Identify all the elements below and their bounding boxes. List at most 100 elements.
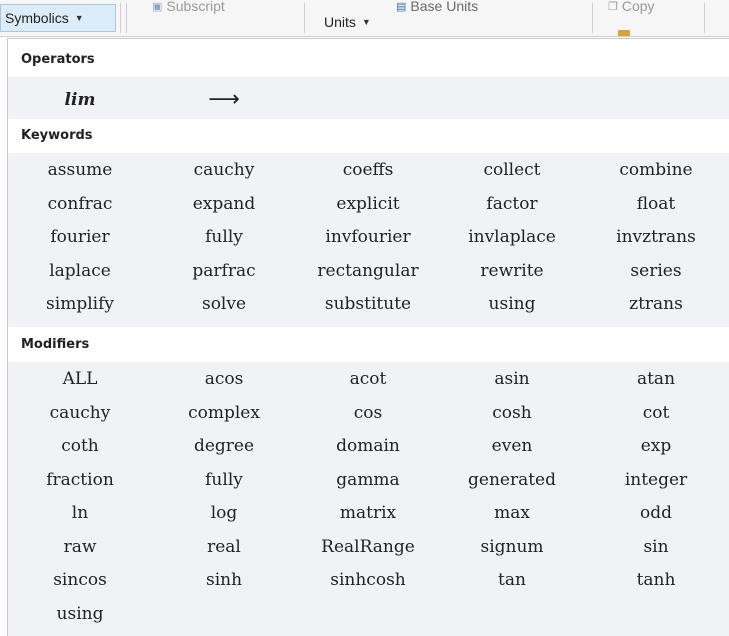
keyword-item[interactable]: rectangular <box>296 255 440 287</box>
keyword-item[interactable]: float <box>584 188 728 220</box>
modifier-row: coth degree domain even exp <box>8 430 729 462</box>
modifier-item[interactable]: tanh <box>584 564 728 596</box>
ribbon-separator <box>120 3 121 33</box>
modifier-item[interactable]: ln <box>8 497 152 529</box>
keyword-item[interactable]: confrac <box>8 188 152 220</box>
modifier-item[interactable]: acot <box>296 363 440 395</box>
modifier-item[interactable]: raw <box>8 531 152 563</box>
modifier-item[interactable]: fully <box>152 464 296 496</box>
operator-arrow[interactable]: ⟶ <box>152 77 296 123</box>
keyword-item[interactable]: series <box>584 255 728 287</box>
subscript-button[interactable]: ▣ Subscript <box>152 0 225 14</box>
keyword-item[interactable]: factor <box>440 188 584 220</box>
keyword-item[interactable]: coeffs <box>296 154 440 186</box>
modifier-item[interactable]: acos <box>152 363 296 395</box>
modifier-row: using <box>8 598 729 630</box>
modifier-item[interactable]: signum <box>440 531 584 563</box>
chevron-down-icon: ▼ <box>361 17 371 27</box>
modifier-item[interactable]: complex <box>152 397 296 429</box>
keyword-item[interactable]: fully <box>152 221 296 253</box>
modifier-item[interactable]: fraction <box>8 464 152 496</box>
ribbon-separator <box>126 3 127 33</box>
modifier-row: ln log matrix max odd <box>8 497 729 529</box>
keyword-item[interactable]: ztrans <box>584 288 728 320</box>
symbolics-dropdown-label: Symbolics <box>5 10 69 26</box>
modifier-item[interactable]: generated <box>440 464 584 496</box>
keyword-item[interactable]: simplify <box>8 288 152 320</box>
modifier-item[interactable]: cot <box>584 397 728 429</box>
app-root: Symbolics ▼ ▣ Subscript Units ▼ ▤ Base U… <box>0 0 729 636</box>
modifier-item[interactable]: integer <box>584 464 728 496</box>
keyword-item[interactable]: combine <box>584 154 728 186</box>
modifier-item[interactable]: log <box>152 497 296 529</box>
copy-button[interactable]: ❐ Copy <box>608 0 655 14</box>
paste-icon <box>618 30 630 36</box>
keyword-row: fourier fully invfourier invlaplace invztran… <box>8 221 729 253</box>
keyword-item[interactable]: cauchy <box>152 154 296 186</box>
symbolics-popup: Operators lim ⟶ Keywords assume cauchy coe… <box>7 38 729 636</box>
modifier-item[interactable]: degree <box>152 430 296 462</box>
modifier-item[interactable]: cosh <box>440 397 584 429</box>
modifier-item[interactable]: using <box>8 598 152 630</box>
modifier-row: cauchy complex cos cosh cot <box>8 397 729 429</box>
ribbon-separator <box>592 3 593 33</box>
modifier-row: raw real RealRange signum sin <box>8 531 729 563</box>
keyword-item[interactable]: fourier <box>8 221 152 253</box>
modifier-row: fraction fully gamma generated integer <box>8 464 729 496</box>
modifier-item[interactable]: coth <box>8 430 152 462</box>
modifier-item[interactable]: even <box>440 430 584 462</box>
modifier-item[interactable]: real <box>152 531 296 563</box>
operators-grid: lim ⟶ <box>8 77 729 123</box>
ribbon-separator <box>704 3 705 33</box>
modifier-item[interactable]: odd <box>584 497 728 529</box>
modifier-item[interactable]: atan <box>584 363 728 395</box>
keyword-item[interactable]: using <box>440 288 584 320</box>
keyword-item[interactable]: rewrite <box>440 255 584 287</box>
modifier-item[interactable]: tan <box>440 564 584 596</box>
units-dropdown[interactable]: Units ▼ <box>314 8 378 36</box>
modifier-row: sincos sinh sinhcosh tan tanh <box>8 564 729 596</box>
subscript-icon: ▣ <box>152 0 163 13</box>
modifier-row: ALL acos acot asin atan <box>8 363 729 395</box>
modifier-item[interactable]: RealRange <box>296 531 440 563</box>
operator-lim[interactable]: lim <box>8 77 152 123</box>
modifier-item[interactable]: max <box>440 497 584 529</box>
keyword-row: simplify solve substitute using ztrans <box>8 288 729 320</box>
operators-section-header: Operators <box>8 43 729 77</box>
keyword-item[interactable]: explicit <box>296 188 440 220</box>
modifier-item[interactable]: sinh <box>152 564 296 596</box>
modifier-item[interactable]: cauchy <box>8 397 152 429</box>
base-units-icon: ▤ <box>396 0 407 13</box>
modifiers-section-header: Modifiers <box>8 328 729 362</box>
keyword-item[interactable]: collect <box>440 154 584 186</box>
modifier-item[interactable]: asin <box>440 363 584 395</box>
modifier-item[interactable]: matrix <box>296 497 440 529</box>
modifier-item[interactable]: gamma <box>296 464 440 496</box>
keyword-item[interactable]: substitute <box>296 288 440 320</box>
modifiers-grid: ALL acos acot asin atan cauchy complex cos cosh c… <box>8 362 729 636</box>
keyword-item[interactable]: laplace <box>8 255 152 287</box>
modifier-item[interactable]: sinhcosh <box>296 564 440 596</box>
keywords-section-header: Keywords <box>8 119 729 153</box>
keyword-item[interactable]: invfourier <box>296 221 440 253</box>
keyword-item[interactable]: invlaplace <box>440 221 584 253</box>
modifier-item[interactable]: exp <box>584 430 728 462</box>
units-dropdown-label: Units <box>324 14 356 30</box>
symbolics-dropdown[interactable]: Symbolics ▼ <box>0 4 116 32</box>
keyword-row: confrac expand explicit factor float <box>8 188 729 220</box>
copy-label: Copy <box>621 0 655 14</box>
copy-icon: ❐ <box>608 0 618 13</box>
keyword-row: laplace parfrac rectangular rewrite series <box>8 255 729 287</box>
keyword-item[interactable]: expand <box>152 188 296 220</box>
modifier-item[interactable]: cos <box>296 397 440 429</box>
modifier-item[interactable]: sincos <box>8 564 152 596</box>
keyword-item[interactable]: assume <box>8 154 152 186</box>
keyword-item[interactable]: solve <box>152 288 296 320</box>
modifier-item[interactable]: domain <box>296 430 440 462</box>
keyword-item[interactable]: invztrans <box>584 221 728 253</box>
modifier-item[interactable]: ALL <box>8 363 152 395</box>
ribbon-toolbar: Symbolics ▼ ▣ Subscript Units ▼ ▤ Base U… <box>0 0 729 37</box>
base-units-button[interactable]: ▤ Base Units <box>396 0 478 14</box>
modifier-item[interactable]: sin <box>584 531 728 563</box>
keyword-item[interactable]: parfrac <box>152 255 296 287</box>
